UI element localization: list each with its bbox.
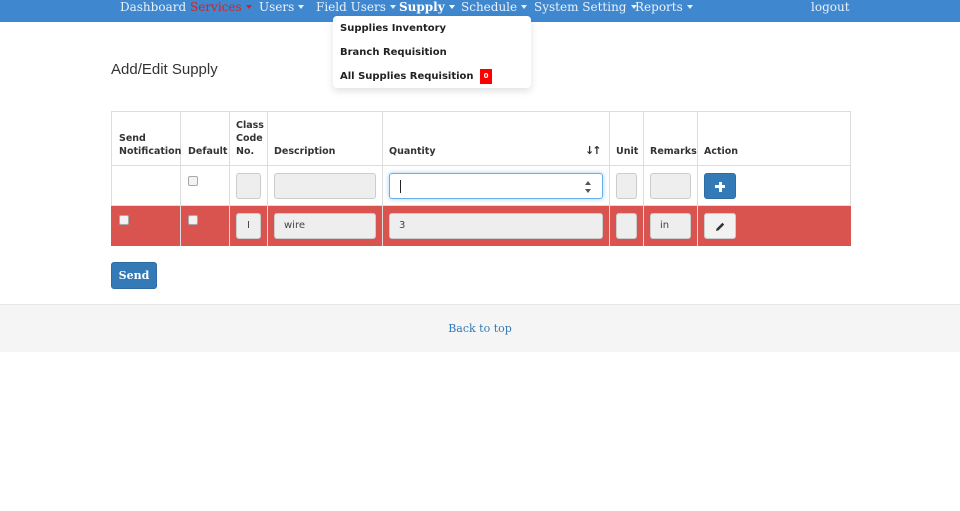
header-unit: Unit	[616, 146, 639, 157]
description-input[interactable]	[274, 173, 376, 199]
sort-icon[interactable]: ↓↑	[585, 144, 602, 157]
table-border	[111, 111, 112, 206]
nav-schedule-label: Schedule	[461, 0, 518, 14]
menu-item-label: All Supplies Requisition	[340, 71, 474, 82]
column-divider	[229, 111, 230, 246]
nav-system-setting[interactable]: System Setting	[534, 0, 637, 22]
remarks-input[interactable]	[650, 173, 691, 199]
header-label: Class	[236, 120, 264, 131]
column-divider	[267, 111, 268, 246]
count-badge: 0	[479, 68, 493, 84]
spinner-icon[interactable]	[584, 180, 592, 194]
caret-down-icon	[245, 5, 252, 9]
header-quantity: Quantity	[389, 146, 436, 157]
table-border	[111, 165, 851, 166]
nav-dashboard-label: Dashboard	[120, 0, 187, 14]
menu-item-supplies-inventory[interactable]: Supplies Inventory	[340, 19, 446, 39]
page-title: Add/Edit Supply	[111, 61, 218, 78]
nav-services[interactable]: Services	[190, 0, 252, 22]
caret-down-icon	[389, 5, 396, 9]
menu-item-all-supplies-requisition[interactable]: All Supplies Requisition 0	[340, 67, 493, 87]
column-divider	[609, 111, 610, 246]
column-divider	[697, 111, 698, 246]
nav-logout[interactable]: logout	[811, 0, 850, 22]
add-button[interactable]	[704, 173, 736, 199]
nav-services-label: Services	[190, 0, 242, 14]
header-remarks: Remarks	[650, 146, 697, 157]
quantity-input[interactable]	[389, 173, 603, 199]
column-divider	[643, 111, 644, 246]
class-code-input[interactable]	[236, 173, 261, 199]
menu-item-branch-requisition[interactable]: Branch Requisition	[340, 43, 447, 63]
caret-down-icon	[686, 5, 693, 9]
header-description: Description	[274, 146, 336, 157]
column-divider	[382, 111, 383, 246]
header-default: Default	[188, 146, 228, 157]
nav-field-users-label: Field Users	[316, 0, 386, 14]
nav-system-setting-label: System Setting	[534, 0, 627, 14]
nav-users[interactable]: Users	[259, 0, 305, 22]
nav-reports[interactable]: Reports	[635, 0, 693, 22]
description-field[interactable]: wire	[274, 213, 376, 239]
remarks-field[interactable]: in	[650, 213, 691, 239]
default-checkbox[interactable]	[188, 215, 198, 225]
header-label: Code	[236, 133, 263, 144]
send-notification-checkbox[interactable]	[119, 215, 129, 225]
class-code-field[interactable]: I	[236, 213, 261, 239]
table-border	[850, 111, 851, 206]
nav-logout-label: logout	[811, 0, 850, 14]
header-action: Action	[704, 146, 739, 157]
unit-input[interactable]	[616, 173, 637, 199]
footer: Back to top	[0, 304, 960, 352]
nav-users-label: Users	[259, 0, 295, 14]
text-cursor	[400, 180, 401, 193]
back-to-top-link[interactable]: Back to top	[0, 322, 960, 335]
default-checkbox[interactable]	[188, 176, 198, 186]
menu-item-label: Supplies Inventory	[340, 23, 447, 34]
nav-supply-label: Supply	[399, 0, 445, 14]
table-border	[111, 111, 851, 112]
send-button[interactable]: Send	[111, 262, 157, 289]
pencil-icon	[716, 222, 725, 231]
nav-reports-label: Reports	[635, 0, 683, 14]
supply-dropdown-menu: Supplies Inventory Branch Requisition Al…	[333, 16, 531, 88]
caret-down-icon	[298, 5, 305, 9]
nav-dashboard[interactable]: Dashboard	[120, 0, 186, 22]
edit-button[interactable]	[704, 213, 736, 239]
quantity-field[interactable]: 3	[389, 213, 603, 239]
header-label: Send	[119, 133, 146, 144]
unit-field[interactable]	[616, 213, 637, 239]
header-class-code: Class Code No.	[236, 119, 264, 158]
caret-down-icon	[448, 5, 455, 9]
caret-down-icon	[521, 5, 528, 9]
supply-table: Send Notification Default Class Code No.…	[111, 111, 851, 246]
header-label: No.	[236, 146, 255, 157]
header-label: Notification	[119, 146, 182, 157]
menu-item-label: Branch Requisition	[340, 47, 447, 58]
header-send-notification: Send Notification	[119, 132, 181, 158]
